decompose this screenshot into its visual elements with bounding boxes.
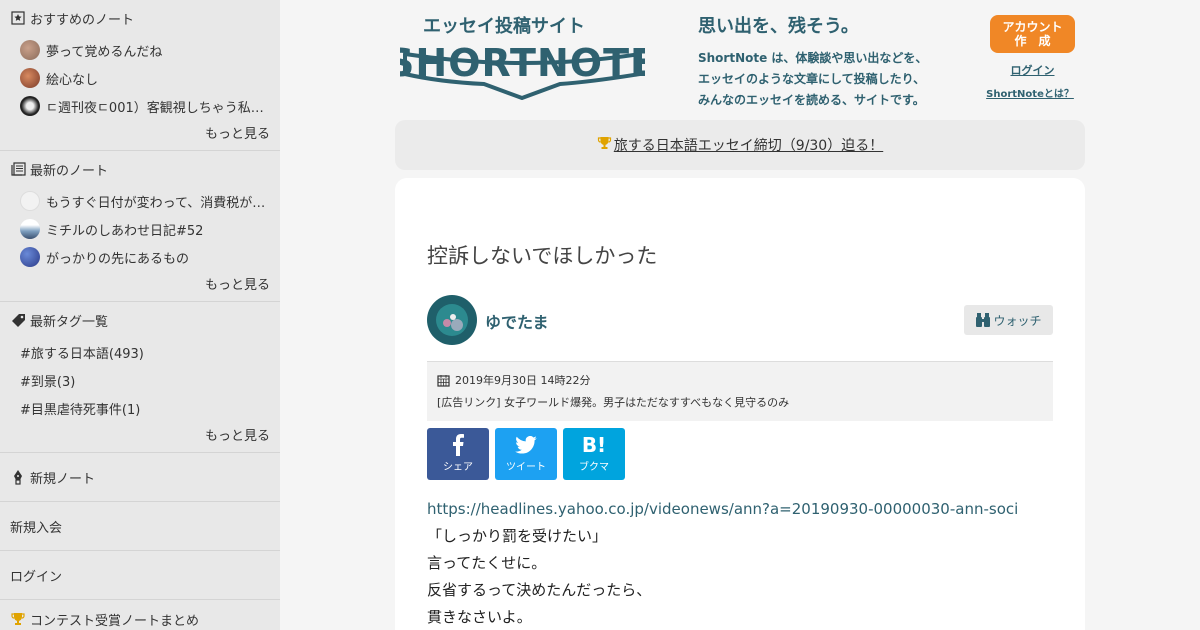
sidebar-login-link[interactable]: ログイン	[0, 551, 280, 600]
recommended-note-item[interactable]: 絵心なし	[0, 64, 280, 92]
calendar-icon	[437, 374, 450, 387]
recommended-note-item[interactable]: ㄷ週刊夜ㄷ001）客観視しちゃう私たち	[0, 92, 280, 120]
body-line: 反省するって決めたんだったら、	[427, 581, 652, 599]
author-name[interactable]: ゆでたま	[485, 309, 549, 333]
contest-label: コンテスト受賞ノートまとめ	[30, 613, 200, 629]
create-account-label-1: アカウント	[1002, 20, 1063, 34]
pen-nib-icon	[10, 469, 26, 485]
note-title: ㄷ週刊夜ㄷ001）客観視しちゃう私たち	[46, 100, 271, 116]
tag-icon	[10, 312, 26, 328]
recommended-notes-heading: おすすめのノート	[0, 0, 280, 36]
hatena-bookmark-button[interactable]: B! ブクマ	[563, 428, 625, 480]
note-title: もうすぐ日付が変わって、消費税が…	[46, 195, 266, 211]
avatar	[20, 219, 40, 239]
trophy-icon	[10, 611, 26, 627]
hatena-bookmark-icon: B!	[581, 433, 607, 457]
recommended-more-link[interactable]: もっと見る	[0, 120, 280, 150]
binoculars-icon	[975, 312, 991, 328]
tag-item[interactable]: #目黒虐待死事件(1)	[0, 394, 280, 422]
tagline: 思い出を、残そう。 ShortNote は、体験談や思い出などを、 エッセイのよ…	[698, 12, 948, 111]
avatar	[20, 40, 40, 60]
banner-text: 旅する日本語エッセイ締切（9/30）迫る！	[613, 138, 884, 154]
note-title: ミチルのしあわせ日記#52	[46, 223, 204, 239]
watch-label: ウォッチ	[993, 313, 1042, 328]
note-title: 絵心なし	[46, 72, 99, 88]
logo-subtitle: エッセイ投稿サイト	[423, 15, 585, 37]
hatena-bookmark-label: ブクマ	[579, 462, 609, 473]
trophy-icon	[597, 136, 612, 154]
tag-item[interactable]: #旅する日本語(493)	[0, 338, 280, 366]
shortnote-logo[interactable]: エッセイ投稿サイト SHORTNOTE	[387, 12, 656, 102]
article-url-link[interactable]: https://headlines.yahoo.co.jp/videonews/…	[427, 496, 1018, 523]
recommended-notes-section: おすすめのノート 夢って覚めるんだね 絵心なし ㄷ週刊夜ㄷ001）客観視しちゃう…	[0, 0, 280, 151]
article-meta: 2019年9月30日 14時22分 [広告リンク] 女子ワールド爆発。男子はただ…	[427, 361, 1053, 421]
latest-more-link[interactable]: もっと見る	[0, 271, 280, 301]
latest-note-item[interactable]: がっかりの先にあるもの	[0, 243, 280, 271]
site-header: エッセイ投稿サイト SHORTNOTE 思い出を、残そう。 ShortNote …	[387, 0, 1085, 120]
ad-link[interactable]: [広告リンク] 女子ワールド爆発。男子はただなすすべもなく見守るのみ	[437, 394, 1043, 410]
latest-note-item[interactable]: もうすぐ日付が変わって、消費税が…	[0, 187, 280, 215]
tagline-line: ShortNote は、体験談や思い出などを、	[698, 51, 928, 65]
body-line: 貫きなさいよ。	[427, 608, 532, 626]
latest-notes-heading: 最新のノート	[0, 151, 280, 187]
notes-list-icon	[10, 161, 26, 177]
tagline-line: エッセイのような文章にして投稿したり、	[698, 72, 926, 86]
post-date: 2019年9月30日 14時22分	[437, 372, 1043, 388]
twitter-icon	[495, 428, 557, 458]
tags-more-link[interactable]: もっと見る	[0, 422, 280, 452]
tag-item[interactable]: #到景(3)	[0, 366, 280, 394]
article-body: https://headlines.yahoo.co.jp/videonews/…	[427, 496, 1018, 630]
post-date-text: 2019年9月30日 14時22分	[455, 374, 591, 387]
avatar	[20, 247, 40, 267]
tag-label: #旅する日本語(493)	[20, 346, 144, 362]
body-line: 「しっかり罰を受けたい」	[427, 527, 608, 545]
sidebar: おすすめのノート 夢って覚めるんだね 絵心なし ㄷ週刊夜ㄷ001）客観視しちゃう…	[0, 0, 280, 630]
latest-notes-title: 最新のノート	[30, 163, 109, 179]
note-title: がっかりの先にあるもの	[46, 251, 190, 267]
tag-label: #到景(3)	[20, 374, 76, 390]
logo-wordmark: SHORTNOTE	[400, 41, 645, 85]
twitter-share-button[interactable]: ツイート	[495, 428, 557, 480]
about-shortnote-link[interactable]: ShortNoteとは？	[975, 85, 1085, 100]
tag-label: #目黒虐待死事件(1)	[20, 402, 141, 418]
avatar	[20, 96, 40, 116]
new-note-label: 新規ノート	[30, 471, 96, 487]
twitter-share-label: ツイート	[506, 462, 546, 473]
signup-link[interactable]: 新規入会	[0, 502, 280, 551]
avatar	[20, 191, 40, 211]
note-title: 夢って覚めるんだね	[46, 44, 163, 60]
facebook-icon	[427, 428, 489, 458]
tagline-line: みんなのエッセイを読める、サイトです。	[698, 93, 925, 107]
create-account-label-2: 作 成	[1014, 34, 1051, 48]
watch-button[interactable]: ウォッチ	[964, 305, 1053, 335]
star-note-icon	[10, 10, 26, 26]
header-login-link[interactable]: ログイン	[990, 62, 1075, 78]
create-account-button[interactable]: アカウント 作 成	[990, 15, 1075, 53]
latest-tags-section: 最新タグ一覧 #旅する日本語(493) #到景(3) #目黒虐待死事件(1) も…	[0, 302, 280, 453]
tagline-title: 思い出を、残そう。	[698, 16, 859, 37]
avatar	[20, 68, 40, 88]
article-title: 控訴しないでほしかった	[427, 244, 658, 268]
new-note-link[interactable]: 新規ノート	[0, 453, 280, 502]
body-line: 言ってたくせに。	[427, 554, 547, 572]
author-avatar[interactable]	[427, 295, 477, 345]
facebook-share-button[interactable]: シェア	[427, 428, 489, 480]
login-label: ログイン	[10, 569, 63, 585]
latest-note-item[interactable]: ミチルのしあわせ日記#52	[0, 215, 280, 243]
recommended-note-item[interactable]: 夢って覚めるんだね	[0, 36, 280, 64]
recommended-notes-title: おすすめのノート	[30, 12, 135, 28]
latest-tags-title: 最新タグ一覧	[30, 314, 109, 330]
article-card: 控訴しないでほしかった ゆでたま ウォッチ 2019年9月30日 14時22分 …	[395, 178, 1085, 630]
contest-banner[interactable]: 旅する日本語エッセイ締切（9/30）迫る！	[395, 120, 1085, 170]
facebook-share-label: シェア	[443, 462, 473, 473]
latest-notes-section: 最新のノート もうすぐ日付が変わって、消費税が… ミチルのしあわせ日記#52 が…	[0, 151, 280, 302]
latest-tags-heading: 最新タグ一覧	[0, 302, 280, 338]
contest-link[interactable]: コンテスト受賞ノートまとめ	[0, 600, 280, 630]
signup-label: 新規入会	[10, 520, 63, 536]
